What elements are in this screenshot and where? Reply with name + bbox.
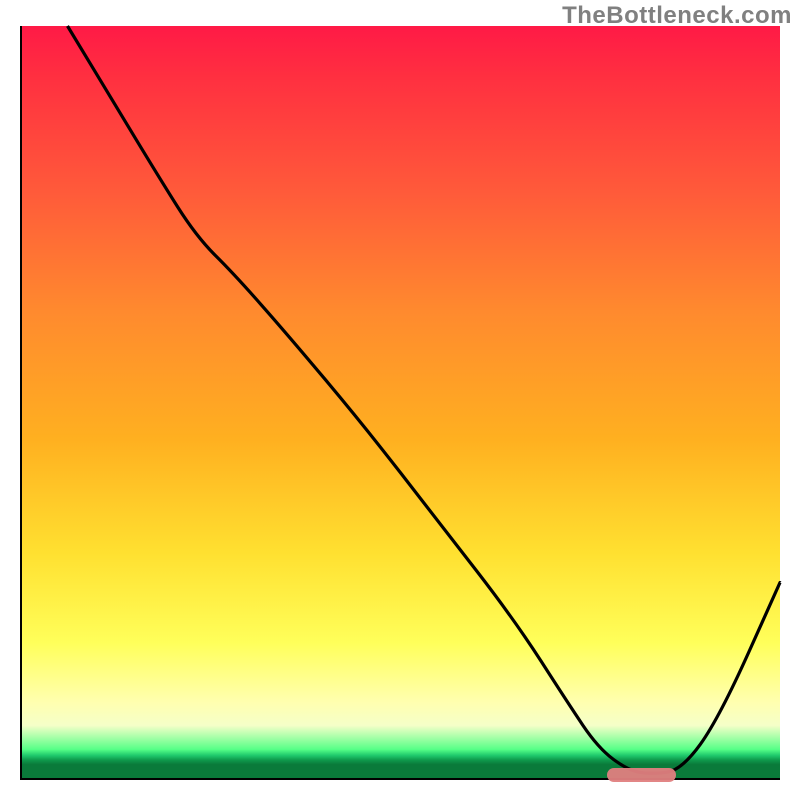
bottleneck-curve <box>67 26 780 773</box>
watermark-text: TheBottleneck.com <box>562 2 792 30</box>
chart-root: TheBottleneck.com <box>0 0 800 800</box>
plot-area <box>20 26 780 780</box>
optimal-range-marker <box>607 768 675 782</box>
curve-svg <box>22 26 780 778</box>
